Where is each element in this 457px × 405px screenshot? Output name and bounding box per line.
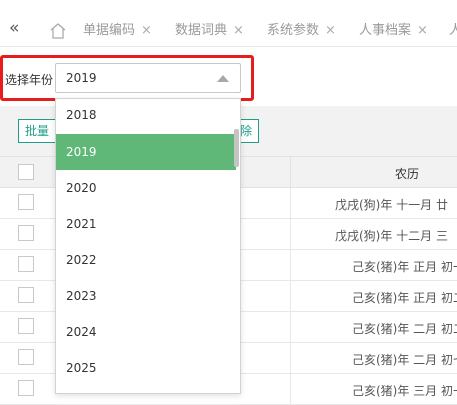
tab-label: 单据编码 — [83, 23, 136, 38]
close-icon[interactable]: × — [417, 23, 428, 38]
annotation-highlight-box — [0, 55, 254, 101]
tab-system-params[interactable]: 系统参数 × — [267, 22, 336, 40]
tab-document-code[interactable]: 单据编码 × — [83, 22, 152, 40]
lunar-column-header: 农历 — [395, 167, 420, 181]
row-checkbox[interactable] — [18, 225, 34, 241]
row-checkbox[interactable] — [18, 256, 34, 272]
year-option-selected[interactable]: 2019 — [56, 134, 236, 170]
column-divider — [290, 219, 291, 250]
column-divider — [290, 374, 291, 405]
lunar-date: 戊戌(狗)年 十一月 廿 — [335, 198, 448, 212]
year-option[interactable]: 2018 — [56, 99, 236, 133]
dropdown-scrollbar[interactable] — [234, 129, 239, 167]
column-divider — [290, 281, 291, 312]
column-divider — [290, 343, 291, 374]
close-icon[interactable]: × — [325, 23, 336, 38]
tab-label: 人事档案 — [359, 23, 412, 38]
select-all-checkbox[interactable] — [18, 164, 34, 180]
lunar-date: 戊戌(狗)年 十二月 三 — [335, 229, 448, 243]
close-icon[interactable]: × — [233, 23, 244, 38]
close-icon[interactable]: × — [141, 23, 152, 38]
column-divider — [290, 250, 291, 281]
tab-label: 系统参数 — [267, 23, 320, 38]
tab-bar: « 单据编码 × 数据词典 × 系统参数 × 人事档案 × 人 — [0, 0, 457, 47]
row-checkbox[interactable] — [18, 287, 34, 303]
lunar-date: 己亥(猪)年 正月 初一 — [352, 260, 457, 274]
lunar-date: 己亥(猪)年 二月 初二 — [352, 322, 457, 336]
row-checkbox[interactable] — [18, 380, 34, 396]
year-option[interactable]: 2023 — [56, 278, 236, 314]
tab-label: 数据词典 — [175, 23, 228, 38]
lunar-date: 己亥(猪)年 二月 初七 — [352, 353, 457, 367]
column-divider — [290, 188, 291, 219]
year-dropdown-list[interactable]: 2018 2019 2020 2021 2022 2023 2024 2025 — [55, 98, 241, 394]
year-option[interactable]: 2020 — [56, 170, 236, 206]
tab-data-dictionary[interactable]: 数据词典 × — [175, 22, 244, 40]
year-option[interactable]: 2025 — [56, 350, 236, 386]
year-option[interactable]: 2021 — [56, 206, 236, 242]
column-divider — [290, 312, 291, 343]
year-option[interactable]: 2022 — [56, 242, 236, 278]
row-checkbox[interactable] — [18, 349, 34, 365]
tab-label: 人 — [449, 23, 457, 38]
column-divider — [290, 157, 291, 188]
row-checkbox[interactable] — [18, 194, 34, 210]
lunar-date: 己亥(猪)年 正月 初二 — [352, 291, 457, 305]
tab-personnel-files[interactable]: 人事档案 × — [359, 22, 428, 40]
tab-overflow[interactable]: 人 — [449, 22, 457, 40]
year-option[interactable]: 2024 — [56, 314, 236, 350]
lunar-date: 己亥(猪)年 三月 初一 — [352, 384, 457, 398]
home-icon[interactable] — [49, 22, 67, 40]
collapse-icon[interactable]: « — [9, 20, 20, 37]
row-checkbox[interactable] — [18, 318, 34, 334]
batch-button[interactable]: 批量 — [18, 119, 57, 143]
